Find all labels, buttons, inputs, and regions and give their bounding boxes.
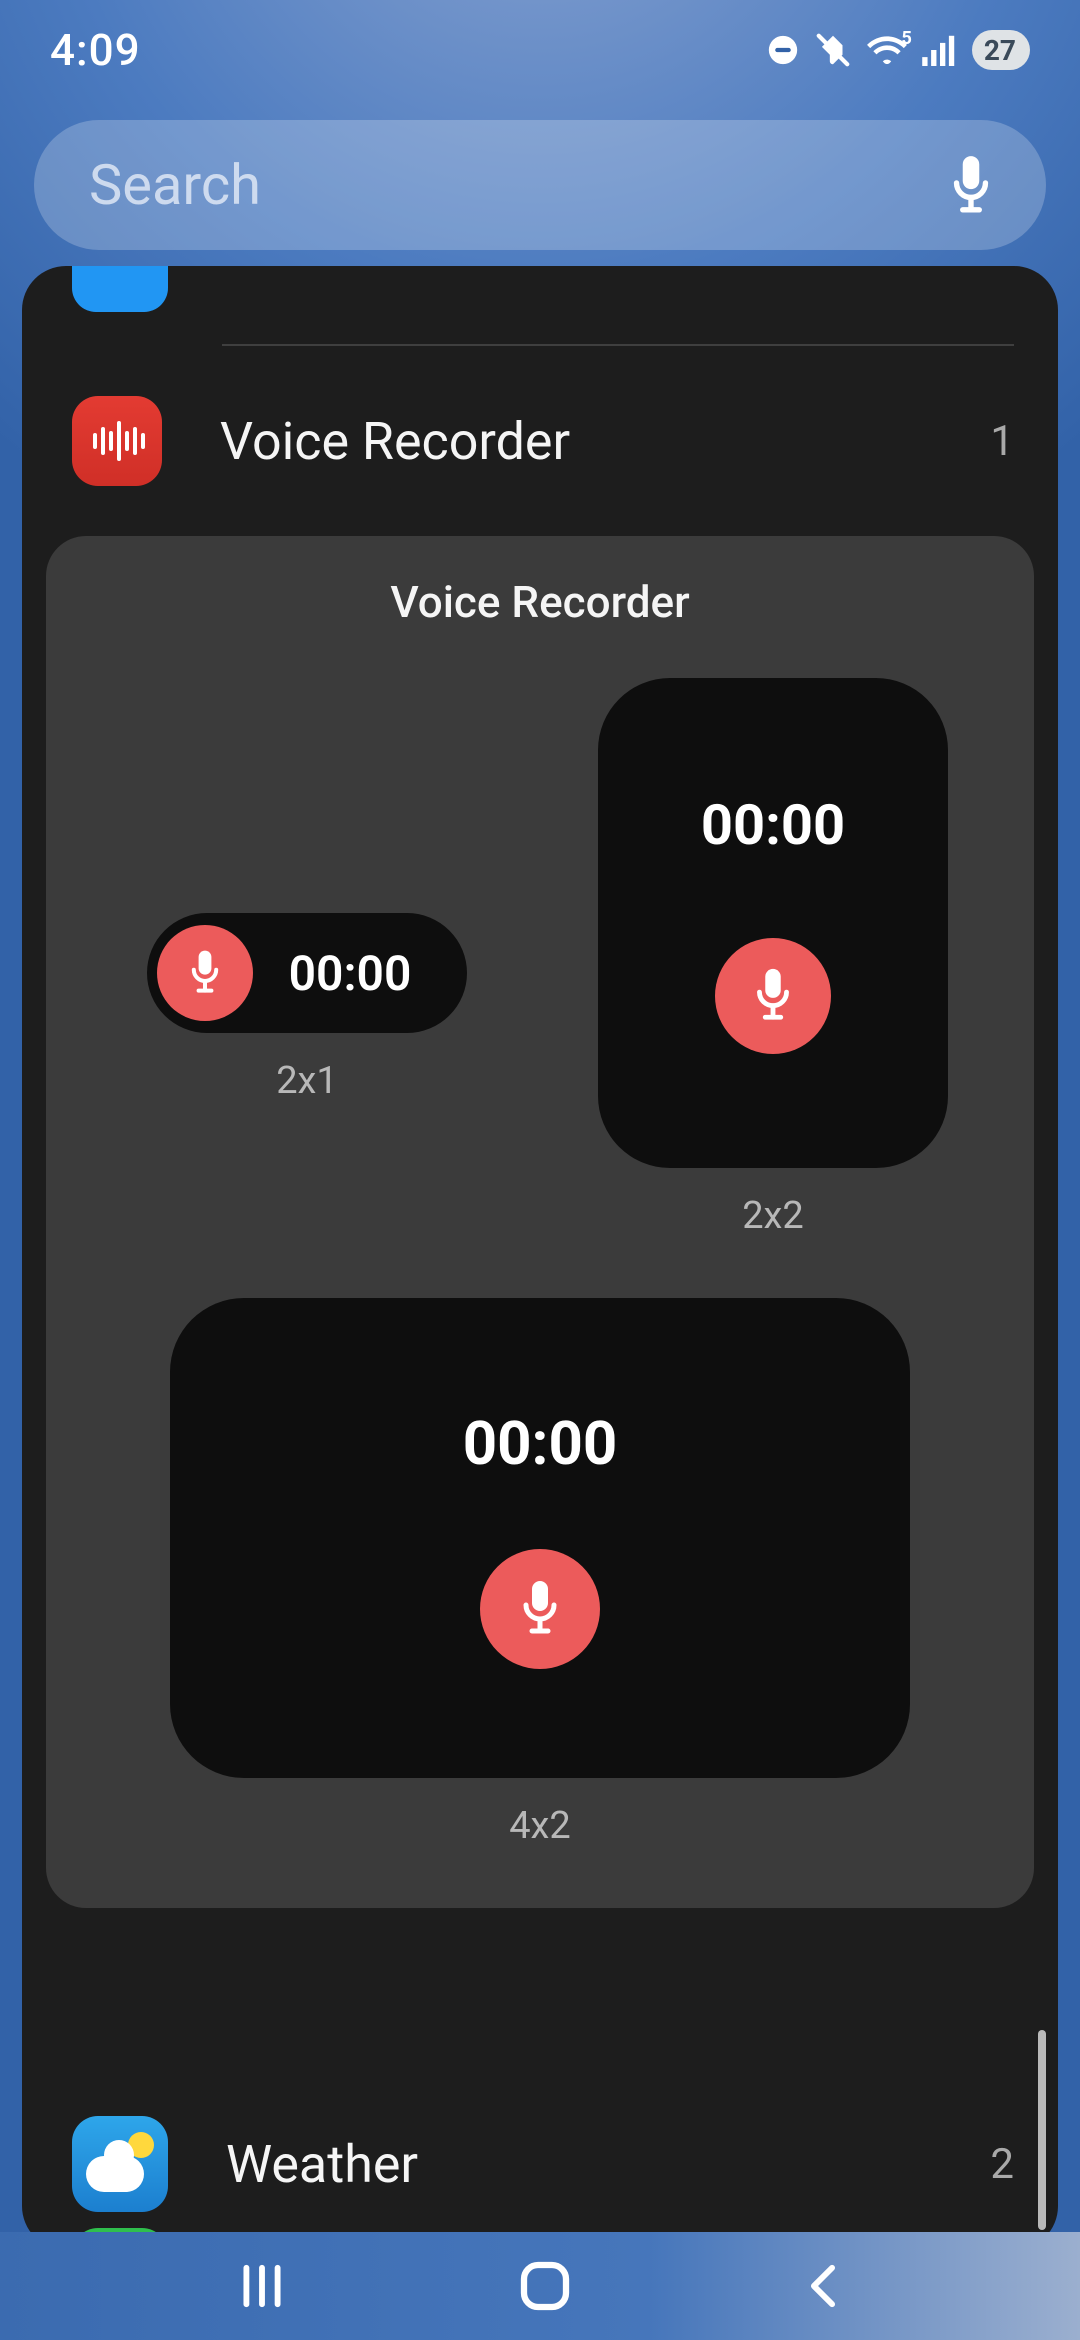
widget-size-label-2x1: 2x1 xyxy=(276,1059,338,1103)
widget-4x2-time: 00:00 xyxy=(463,1408,618,1479)
app-row-voice-recorder[interactable]: Voice Recorder 1 xyxy=(22,376,1058,506)
status-bar: 4:09 5 27 xyxy=(0,0,1080,100)
record-button-icon xyxy=(715,938,831,1054)
app-widget-count: 2 xyxy=(990,2140,1014,2189)
app-row-weather[interactable]: Weather 2 xyxy=(22,2094,1058,2234)
widget-preview-2x1[interactable]: 00:00 xyxy=(147,913,467,1033)
dnd-icon xyxy=(766,33,800,67)
widget-2x2-time: 00:00 xyxy=(701,792,845,858)
search-field[interactable]: Search xyxy=(34,120,1046,250)
scrollbar-thumb[interactable] xyxy=(1038,2030,1046,2230)
status-icons: 5 27 xyxy=(766,30,1030,70)
widget-preview-4x2[interactable]: 00:00 xyxy=(170,1298,910,1778)
clock: 4:09 xyxy=(50,24,141,76)
record-button-icon xyxy=(157,925,253,1021)
recents-button[interactable] xyxy=(233,2260,291,2312)
signal-icon xyxy=(922,34,958,66)
voice-recorder-app-icon xyxy=(72,396,162,486)
battery-percent: 27 xyxy=(984,34,1016,67)
app-name-label: Weather xyxy=(226,2134,990,2195)
widget-2x1-time: 00:00 xyxy=(243,945,457,1002)
widget-card-title: Voice Recorder xyxy=(74,576,1006,628)
battery-indicator: 27 xyxy=(972,30,1030,70)
weather-app-icon xyxy=(72,2116,168,2212)
app-widget-count: 1 xyxy=(990,417,1014,466)
widget-card-voice-recorder: Voice Recorder 00:00 2x1 00:00 xyxy=(46,536,1034,1908)
widget-preview-2x2[interactable]: 00:00 xyxy=(598,678,948,1168)
divider xyxy=(222,344,1014,346)
navigation-bar xyxy=(0,2232,1080,2340)
widget-size-label-4x2: 4x2 xyxy=(509,1804,571,1848)
app-name-label: Voice Recorder xyxy=(220,411,990,472)
search-placeholder: Search xyxy=(89,152,946,218)
home-button[interactable] xyxy=(517,2258,573,2314)
mic-icon[interactable] xyxy=(946,154,996,216)
record-button-icon xyxy=(480,1549,600,1669)
widget-picker-sheet: Voice Recorder 1 Voice Recorder 00:00 2x… xyxy=(22,266,1058,2250)
back-button[interactable] xyxy=(799,2260,847,2312)
previous-app-peek[interactable] xyxy=(72,266,168,312)
mute-icon xyxy=(814,31,852,69)
widget-size-label-2x2: 2x2 xyxy=(742,1194,804,1238)
wifi-icon: 5 xyxy=(866,34,908,66)
